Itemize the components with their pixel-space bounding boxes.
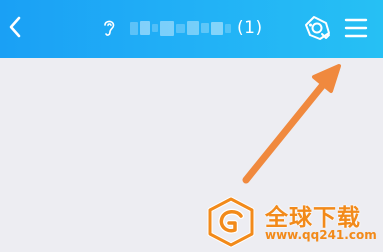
ear-icon (102, 18, 116, 38)
hamburger-menu-icon (344, 18, 368, 38)
sticker-button[interactable] (302, 13, 332, 43)
watermark-logo-icon (207, 196, 255, 248)
top-navigation-bar: (1) (0, 0, 383, 58)
chat-title[interactable]: (1) (102, 15, 263, 41)
watermark-brand: 全球下载 (265, 205, 361, 231)
chevron-left-icon (9, 16, 21, 38)
watermark-url: www.qq241.com (265, 228, 377, 242)
member-count: (1) (237, 18, 263, 38)
menu-button[interactable] (343, 15, 369, 41)
redacted-group-name (130, 20, 231, 36)
watermark: 全球下载 www.qq241.com (205, 196, 381, 250)
sticker-icon (305, 16, 330, 40)
back-button[interactable] (2, 12, 28, 42)
